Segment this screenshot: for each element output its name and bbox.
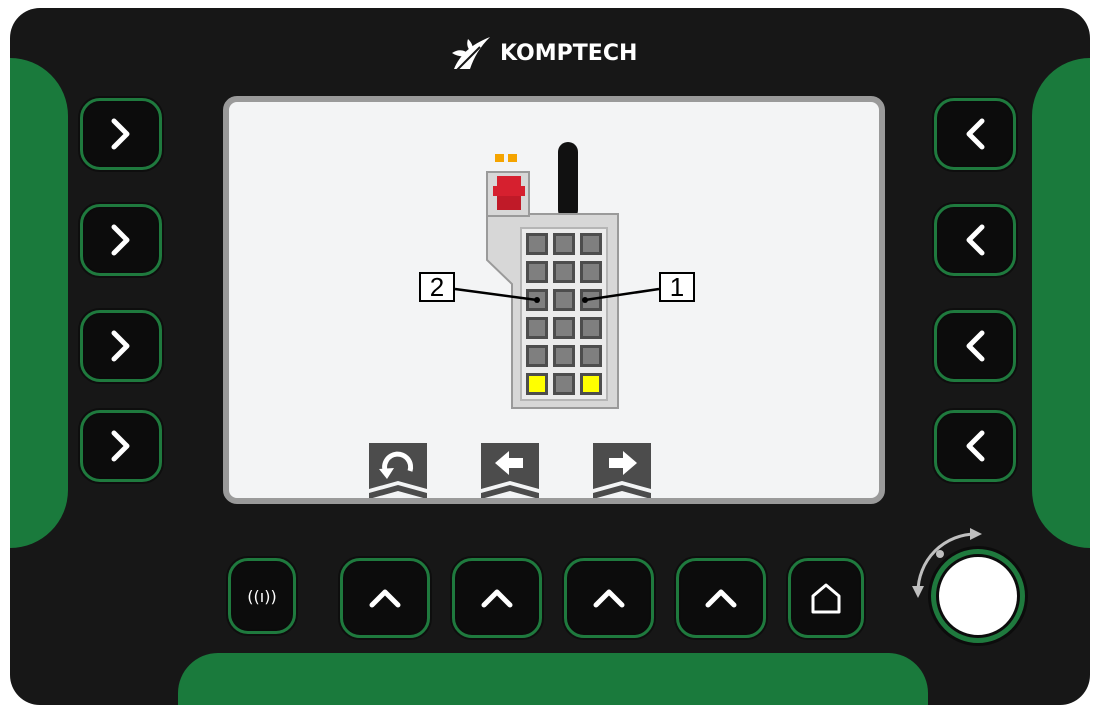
leaf-logo-icon bbox=[452, 37, 490, 72]
left-green-panel bbox=[10, 58, 68, 548]
stop-button bbox=[493, 186, 525, 196]
rotary-dial[interactable] bbox=[906, 520, 1036, 650]
chevron-left-icon bbox=[966, 118, 985, 150]
up-key-2[interactable] bbox=[452, 558, 542, 638]
chevron-up-icon bbox=[481, 589, 513, 608]
keypad-key bbox=[553, 261, 575, 283]
indicator-light bbox=[495, 154, 504, 162]
chevron-right-icon bbox=[111, 430, 130, 462]
keypad-key bbox=[526, 317, 548, 339]
chevron-right-icon bbox=[111, 224, 130, 256]
undo-icon bbox=[369, 443, 427, 498]
chevron-left-icon bbox=[966, 430, 985, 462]
keypad-key bbox=[580, 289, 602, 311]
bottom-green-panel bbox=[178, 653, 928, 705]
softkey-previous[interactable] bbox=[481, 443, 539, 498]
up-key-1[interactable] bbox=[340, 558, 430, 638]
keypad-grid bbox=[526, 233, 604, 397]
brand-logo: KOMPTECH bbox=[450, 28, 670, 78]
keypad-key bbox=[526, 345, 548, 367]
callout-2: 2 bbox=[419, 272, 455, 302]
callout-1: 1 bbox=[659, 272, 695, 302]
dial-knob[interactable] bbox=[936, 554, 1020, 638]
display-screen: 2 1 bbox=[223, 96, 885, 504]
chevron-right-icon bbox=[111, 330, 130, 362]
right-key-4[interactable] bbox=[934, 410, 1016, 482]
left-key-3[interactable] bbox=[80, 310, 162, 382]
right-key-1[interactable] bbox=[934, 98, 1016, 170]
keypad-key bbox=[580, 261, 602, 283]
keypad-key bbox=[553, 373, 575, 395]
keypad-key bbox=[553, 233, 575, 255]
softkey-back[interactable] bbox=[369, 443, 427, 498]
chevron-up-icon bbox=[369, 589, 401, 608]
keypad-function-key bbox=[526, 373, 548, 395]
keypad-key bbox=[580, 317, 602, 339]
keypad-key bbox=[553, 317, 575, 339]
keypad-function-key bbox=[580, 373, 602, 395]
arrow-right-icon bbox=[593, 443, 651, 498]
left-key-2[interactable] bbox=[80, 204, 162, 276]
keypad-key bbox=[553, 345, 575, 367]
brand-name: KOMPTECH bbox=[500, 40, 638, 66]
chevron-right-icon bbox=[111, 118, 130, 150]
keypad-key bbox=[526, 289, 548, 311]
indicator-light bbox=[508, 154, 517, 162]
left-key-1[interactable] bbox=[80, 98, 162, 170]
keypad-key bbox=[526, 261, 548, 283]
chevron-left-icon bbox=[966, 330, 985, 362]
right-key-3[interactable] bbox=[934, 310, 1016, 382]
radio-button[interactable]: ((ı)) bbox=[228, 558, 296, 634]
right-green-panel bbox=[1032, 58, 1090, 548]
keypad-key bbox=[526, 233, 548, 255]
arrow-left-icon bbox=[481, 443, 539, 498]
left-key-4[interactable] bbox=[80, 410, 162, 482]
antenna-icon bbox=[558, 142, 578, 220]
keypad-key bbox=[580, 233, 602, 255]
softkey-next[interactable] bbox=[593, 443, 651, 498]
chevron-left-icon bbox=[966, 224, 985, 256]
control-panel: KOMPTECH 2 1 ((ı)) bbox=[10, 8, 1090, 705]
up-key-3[interactable] bbox=[564, 558, 654, 638]
up-key-4[interactable] bbox=[676, 558, 766, 638]
home-button[interactable] bbox=[788, 558, 864, 638]
chevron-up-icon bbox=[705, 589, 737, 608]
keypad-key bbox=[553, 289, 575, 311]
keypad-key bbox=[580, 345, 602, 367]
right-key-2[interactable] bbox=[934, 204, 1016, 276]
chevron-up-icon bbox=[593, 589, 625, 608]
home-icon bbox=[811, 583, 841, 614]
radio-signal-icon: ((ı)) bbox=[247, 586, 277, 606]
